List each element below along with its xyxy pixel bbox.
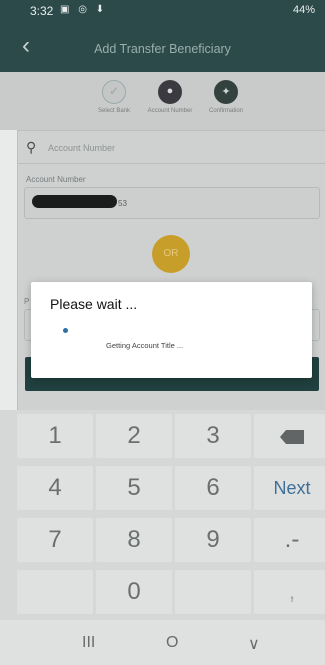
second-field-label: P [24,297,30,306]
step-account-number: ● Account Number [140,80,200,114]
key-9[interactable]: 9 [175,518,251,562]
step-label: Select Bank [97,108,131,114]
key-blank-left [17,570,93,614]
back-icon[interactable]: ∨ [248,634,260,654]
key-8[interactable]: 8 [96,518,172,562]
account-user-icon: ⚲ [26,139,37,155]
dialog-title: Please wait ... [50,296,138,312]
key-5[interactable]: 5 [96,466,172,510]
step-select-bank: ✓ Select Bank [84,80,144,114]
battery-percentage: 44% [292,4,315,16]
notification-icons: ▣ ◎ ⬇ [60,4,108,15]
key-7[interactable]: 7 [17,518,93,562]
key-6[interactable]: 6 [175,466,251,510]
status-time: 3:32 [30,4,54,18]
recents-icon[interactable]: III [82,634,95,652]
key-4[interactable]: 4 [17,466,93,510]
numeric-keyboard: 1 2 3 4 5 6 Next 7 8 9 .- 0 , [0,410,325,620]
section-header: ⚲ Account Number [18,131,325,164]
account-number-label: Account Number [26,175,86,184]
please-wait-dialog: Please wait ... Getting Account Title ..… [31,282,312,378]
key-2[interactable]: 2 [96,414,172,458]
loading-spinner-icon [63,328,68,333]
handshake-icon: ✦ [214,80,238,104]
backspace-key[interactable] [254,414,325,458]
section-label: Account Number [48,143,116,153]
system-nav-bar: III O ∨ [0,620,325,665]
key-1[interactable]: 1 [17,414,93,458]
step-confirmation: ✦ Confirmation [196,80,256,114]
key-blank-right [175,570,251,614]
key-comma[interactable]: , [254,570,325,614]
key-3[interactable]: 3 [175,414,251,458]
next-key[interactable]: Next [254,466,325,510]
redacted-account-number [32,195,117,208]
dialog-message: Getting Account Title ... [106,341,184,350]
account-number-suffix: 53 [118,199,127,208]
page-title: Add Transfer Beneficiary [94,42,231,56]
status-bar: 3:32 ▣ ◎ ⬇ 44% [0,0,325,22]
checkmark-icon: ✓ [102,80,126,104]
step-label: Confirmation [208,108,243,114]
key-0[interactable]: 0 [96,570,172,614]
app-bar: ‹ Add Transfer Beneficiary [0,22,325,72]
progress-steps: ✓ Select Bank ● Account Number ✦ Confirm… [0,72,325,130]
user-icon: ● [158,80,182,104]
or-divider-badge: OR [152,235,190,273]
key-dot-minus[interactable]: .- [254,518,325,562]
home-icon[interactable]: O [166,634,178,652]
step-label: Account Number [147,108,193,114]
backspace-icon [280,430,304,444]
